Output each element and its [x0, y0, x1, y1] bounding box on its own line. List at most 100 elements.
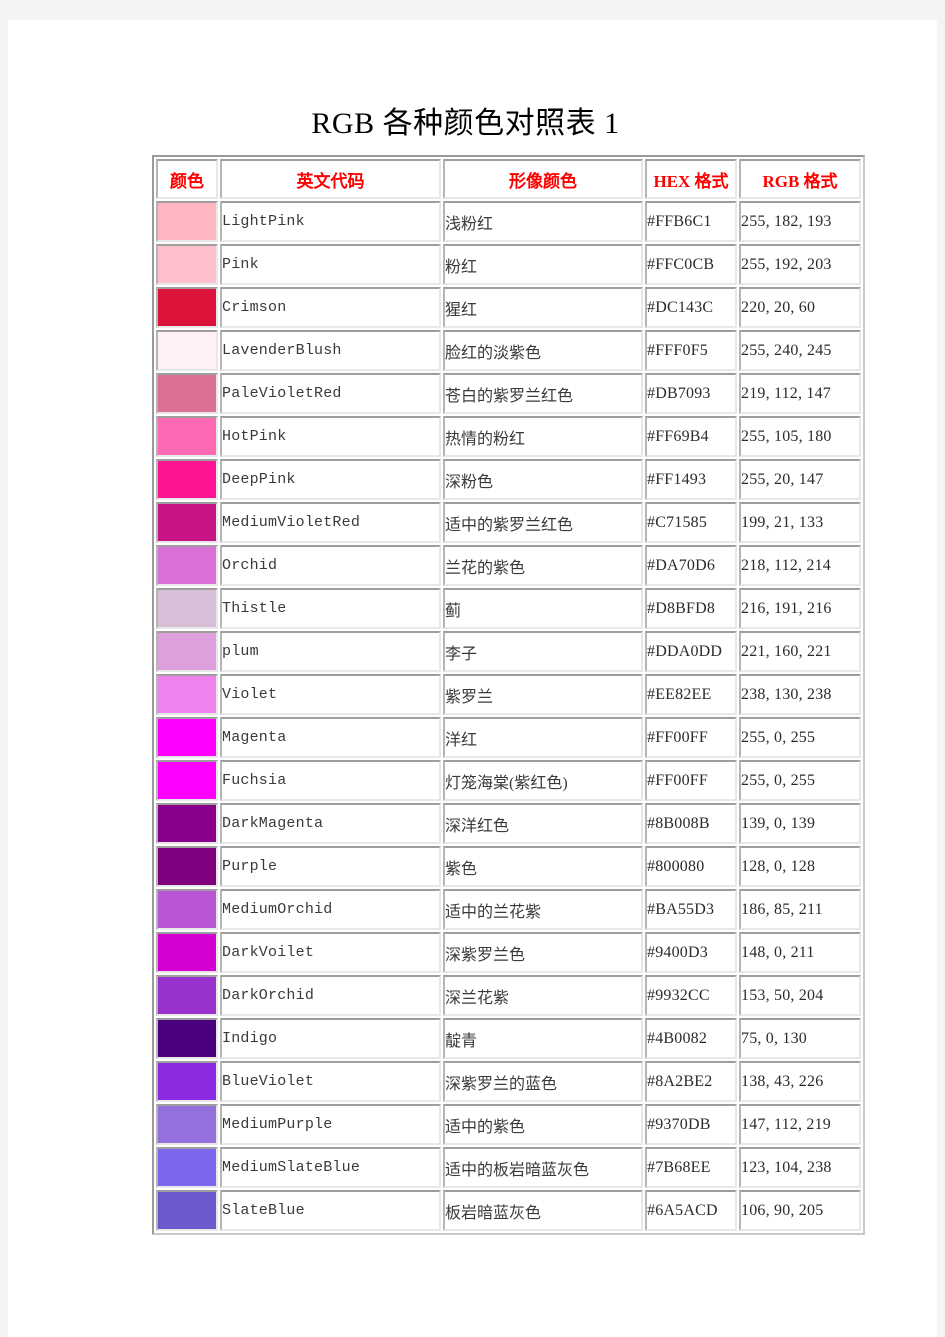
color-swatch-cell: [156, 1018, 218, 1059]
table-row: DarkMagenta 深洋红色 #8B008B 139, 0, 139: [156, 803, 861, 844]
color-rgb-cell: 255, 0, 255: [739, 717, 861, 758]
color-swatch: [158, 1063, 216, 1100]
color-rgb-cell: 255, 240, 245: [739, 330, 861, 371]
document-page: RGB 各种颜色对照表 1 颜色 英文代码 形像颜色 HEX 格式 RGB 格式…: [8, 20, 937, 1337]
table-row: MediumSlateBlue 适中的板岩暗蓝灰色 #7B68EE 123, 104,…: [156, 1147, 861, 1188]
color-swatch-cell: [156, 1104, 218, 1145]
color-hex-cell: #9932CC: [645, 975, 737, 1016]
color-name-cell: DarkVoilet: [220, 932, 441, 973]
table-row: Pink 粉红 #FFC0CB 255, 192, 203: [156, 244, 861, 285]
table-row: MediumPurple 适中的紫色 #9370DB 147, 112, 219: [156, 1104, 861, 1145]
color-name-cell: HotPink: [220, 416, 441, 457]
color-hex-cell: #FF1493: [645, 459, 737, 500]
color-swatch: [158, 289, 216, 326]
color-chinese-name-cell: 适中的兰花紫: [443, 889, 643, 930]
color-swatch: [158, 1149, 216, 1186]
table-row: BlueViolet 深紫罗兰的蓝色 #8A2BE2 138, 43, 226: [156, 1061, 861, 1102]
color-swatch-cell: [156, 459, 218, 500]
color-chinese-name-cell: 洋红: [443, 717, 643, 758]
color-hex-cell: #C71585: [645, 502, 737, 543]
color-hex-cell: #FFF0F5: [645, 330, 737, 371]
color-hex-cell: #EE82EE: [645, 674, 737, 715]
table-row: LightPink 浅粉红 #FFB6C1 255, 182, 193: [156, 201, 861, 242]
color-name-cell: DarkOrchid: [220, 975, 441, 1016]
color-name-cell: SlateBlue: [220, 1190, 441, 1231]
table-row: Purple 紫色 #800080 128, 0, 128: [156, 846, 861, 887]
color-chinese-name-cell: 适中的紫色: [443, 1104, 643, 1145]
table-row: DarkVoilet 深紫罗兰色 #9400D3 148, 0, 211: [156, 932, 861, 973]
color-rgb-cell: 238, 130, 238: [739, 674, 861, 715]
color-swatch: [158, 1020, 216, 1057]
color-name-cell: Fuchsia: [220, 760, 441, 801]
color-swatch-cell: [156, 373, 218, 414]
color-rgb-cell: 128, 0, 128: [739, 846, 861, 887]
color-rgb-cell: 255, 192, 203: [739, 244, 861, 285]
table-row: plum 李子 #DDA0DD 221, 160, 221: [156, 631, 861, 672]
color-hex-cell: #6A5ACD: [645, 1190, 737, 1231]
color-swatch-cell: [156, 502, 218, 543]
color-name-cell: Indigo: [220, 1018, 441, 1059]
column-header-hex-format: HEX 格式: [645, 159, 737, 199]
color-hex-cell: #DA70D6: [645, 545, 737, 586]
table-row: DeepPink 深粉色 #FF1493 255, 20, 147: [156, 459, 861, 500]
color-hex-cell: #9400D3: [645, 932, 737, 973]
color-swatch: [158, 805, 216, 842]
color-swatch: [158, 719, 216, 756]
color-name-cell: Thistle: [220, 588, 441, 629]
color-name-cell: Crimson: [220, 287, 441, 328]
color-chinese-name-cell: 灯笼海棠(紫红色): [443, 760, 643, 801]
color-swatch-cell: [156, 631, 218, 672]
table-body: LightPink 浅粉红 #FFB6C1 255, 182, 193 Pink 粉红 #F…: [156, 201, 861, 1231]
color-swatch: [158, 246, 216, 283]
color-rgb-cell: 218, 112, 214: [739, 545, 861, 586]
column-header-visual-color: 形像颜色: [443, 159, 643, 199]
color-hex-cell: #8A2BE2: [645, 1061, 737, 1102]
column-header-swatch: 颜色: [156, 159, 218, 199]
color-name-cell: Magenta: [220, 717, 441, 758]
color-swatch: [158, 1192, 216, 1229]
table-row: Violet 紫罗兰 #EE82EE 238, 130, 238: [156, 674, 861, 715]
table-row: MediumVioletRed 适中的紫罗兰红色 #C71585 199, 21, 1…: [156, 502, 861, 543]
color-chinese-name-cell: 适中的板岩暗蓝灰色: [443, 1147, 643, 1188]
color-hex-cell: #9370DB: [645, 1104, 737, 1145]
color-swatch-cell: [156, 932, 218, 973]
color-hex-cell: #DC143C: [645, 287, 737, 328]
color-swatch: [158, 676, 216, 713]
table-row: Fuchsia 灯笼海棠(紫红色) #FF00FF 255, 0, 255: [156, 760, 861, 801]
color-name-cell: Violet: [220, 674, 441, 715]
color-rgb-cell: 106, 90, 205: [739, 1190, 861, 1231]
color-hex-cell: #D8BFD8: [645, 588, 737, 629]
color-swatch: [158, 1106, 216, 1143]
color-swatch: [158, 461, 216, 498]
color-chinese-name-cell: 深兰花紫: [443, 975, 643, 1016]
color-swatch-cell: [156, 674, 218, 715]
color-chinese-name-cell: 深粉色: [443, 459, 643, 500]
color-swatch: [158, 633, 216, 670]
table-row: Crimson 猩红 #DC143C 220, 20, 60: [156, 287, 861, 328]
color-swatch: [158, 934, 216, 971]
color-rgb-cell: 220, 20, 60: [739, 287, 861, 328]
color-hex-cell: #FF69B4: [645, 416, 737, 457]
color-chinese-name-cell: 板岩暗蓝灰色: [443, 1190, 643, 1231]
table-row: HotPink 热情的粉红 #FF69B4 255, 105, 180: [156, 416, 861, 457]
table-row: Indigo 靛青 #4B0082 75, 0, 130: [156, 1018, 861, 1059]
color-chinese-name-cell: 粉红: [443, 244, 643, 285]
color-name-cell: LightPink: [220, 201, 441, 242]
table-header-row: 颜色 英文代码 形像颜色 HEX 格式 RGB 格式: [156, 159, 861, 199]
color-rgb-cell: 123, 104, 238: [739, 1147, 861, 1188]
color-chinese-name-cell: 紫色: [443, 846, 643, 887]
color-name-cell: Orchid: [220, 545, 441, 586]
color-hex-cell: #8B008B: [645, 803, 737, 844]
color-swatch: [158, 203, 216, 240]
color-rgb-cell: 199, 21, 133: [739, 502, 861, 543]
color-hex-cell: #7B68EE: [645, 1147, 737, 1188]
table-row: Magenta 洋红 #FF00FF 255, 0, 255: [156, 717, 861, 758]
color-swatch-cell: [156, 416, 218, 457]
color-rgb-cell: 255, 105, 180: [739, 416, 861, 457]
color-swatch-cell: [156, 975, 218, 1016]
color-name-cell: BlueViolet: [220, 1061, 441, 1102]
table-row: DarkOrchid 深兰花紫 #9932CC 153, 50, 204: [156, 975, 861, 1016]
color-rgb-cell: 221, 160, 221: [739, 631, 861, 672]
color-name-cell: MediumOrchid: [220, 889, 441, 930]
color-chinese-name-cell: 浅粉红: [443, 201, 643, 242]
